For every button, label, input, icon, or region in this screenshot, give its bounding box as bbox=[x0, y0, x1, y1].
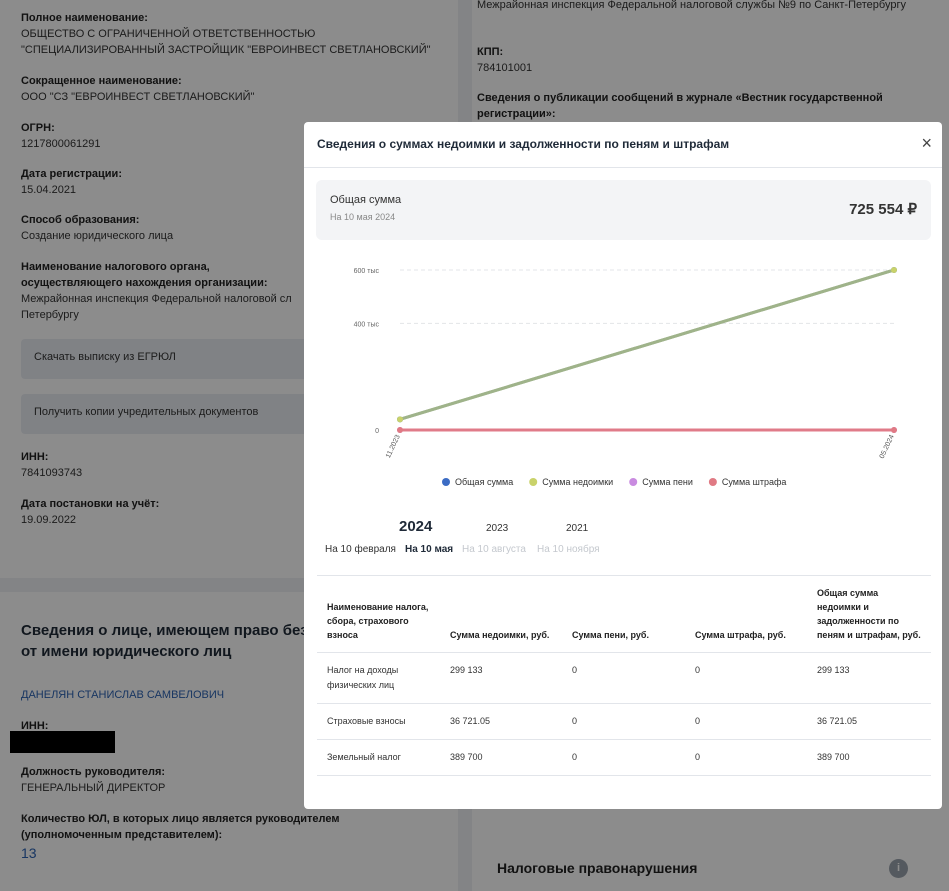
data-point bbox=[891, 267, 897, 273]
cell-total: 389 700 bbox=[807, 739, 931, 776]
cell-arrears: 389 700 bbox=[440, 739, 562, 776]
legend-marker bbox=[442, 478, 450, 486]
period-august-tab: На 10 августа bbox=[462, 544, 526, 555]
legend-label: Сумма недоимки bbox=[542, 477, 613, 487]
total-label: Общая сумма bbox=[330, 194, 402, 206]
period-november-tab: На 10 ноября bbox=[537, 544, 600, 555]
series-line bbox=[399, 268, 895, 421]
header-penalties: Сумма пени, руб. bbox=[562, 575, 685, 653]
cell-fines: 0 bbox=[685, 703, 807, 740]
year-2024-tab[interactable]: 2024 bbox=[399, 518, 432, 535]
cell-penalties: 0 bbox=[562, 652, 685, 704]
table-row: Страховые взносы 36 721.05 0 0 36 721.05 bbox=[317, 703, 931, 740]
cell-fines: 0 bbox=[685, 739, 807, 776]
legend-marker bbox=[629, 478, 638, 486]
total-amount: 725 554 ₽ bbox=[849, 201, 917, 218]
data-point bbox=[891, 427, 897, 433]
cell-penalties: 0 bbox=[562, 703, 685, 740]
x-tick-label: 05.2024 bbox=[879, 434, 896, 460]
total-date: На 10 мая 2024 bbox=[330, 212, 396, 222]
cell-arrears: 299 133 bbox=[440, 652, 562, 704]
legend-marker bbox=[708, 478, 717, 486]
debt-chart-svg: 0 400 тыс 600 тыс 11.2023 05.2024 Общая сумма… bbox=[354, 267, 897, 487]
legend-label: Сумма пени bbox=[642, 477, 693, 487]
data-point bbox=[397, 416, 403, 423]
legend-label: Сумма штрафа bbox=[722, 477, 787, 487]
legend-marker bbox=[529, 478, 538, 486]
cell-total: 36 721.05 bbox=[807, 703, 931, 740]
cell-total: 299 133 bbox=[807, 652, 931, 704]
debt-chart: 0 400 тыс 600 тыс 11.2023 05.2024 Общая сумма… bbox=[304, 250, 942, 510]
tax-debt-modal: Сведения о суммах недоимки и задолженнос… bbox=[304, 122, 942, 809]
total-summary-card: Общая сумма На 10 мая 2024 725 554 ₽ bbox=[316, 180, 931, 240]
legend-label: Общая сумма bbox=[455, 477, 513, 487]
table-row: Налог на доходы физических лиц 299 133 0… bbox=[317, 652, 931, 704]
period-may-tab[interactable]: На 10 мая bbox=[405, 544, 453, 555]
y-tick-label: 600 тыс bbox=[354, 268, 380, 275]
header-total: Общая сумма недоимки и задолженности по … bbox=[807, 575, 931, 653]
year-2021-tab[interactable]: 2021 bbox=[566, 523, 588, 534]
year-2023-tab[interactable]: 2023 bbox=[486, 523, 508, 534]
period-february-tab[interactable]: На 10 февраля bbox=[325, 544, 396, 555]
table-header-row: Наименование налога, сбора, страхового в… bbox=[317, 575, 931, 653]
cell-penalties: 0 bbox=[562, 739, 685, 776]
period-selector: 2024 2023 2021 На 10 февраля На 10 мая Н… bbox=[304, 518, 942, 568]
cell-tax-name: Налог на доходы физических лиц bbox=[317, 652, 440, 704]
cell-arrears: 36 721.05 bbox=[440, 703, 562, 740]
x-tick-label: 11.2023 bbox=[385, 434, 402, 460]
modal-title: Сведения о суммах недоимки и задолженнос… bbox=[317, 137, 730, 151]
cell-tax-name: Страховые взносы bbox=[317, 703, 440, 740]
data-point bbox=[397, 427, 403, 433]
header-tax-name: Наименование налога, сбора, страхового в… bbox=[317, 575, 440, 653]
y-tick-label: 400 тыс bbox=[354, 321, 380, 328]
debt-table: Наименование налога, сбора, страхового в… bbox=[317, 575, 931, 776]
table-row: Земельный налог 389 700 0 0 389 700 bbox=[317, 739, 931, 776]
header-fines: Сумма штрафа, руб. bbox=[685, 575, 807, 653]
cell-tax-name: Земельный налог bbox=[317, 739, 440, 776]
modal-header: Сведения о суммах недоимки и задолженнос… bbox=[304, 122, 942, 168]
header-arrears: Сумма недоимки, руб. bbox=[440, 575, 562, 653]
close-icon[interactable]: × bbox=[921, 134, 932, 152]
y-tick-label: 0 bbox=[375, 428, 379, 435]
cell-fines: 0 bbox=[685, 652, 807, 704]
